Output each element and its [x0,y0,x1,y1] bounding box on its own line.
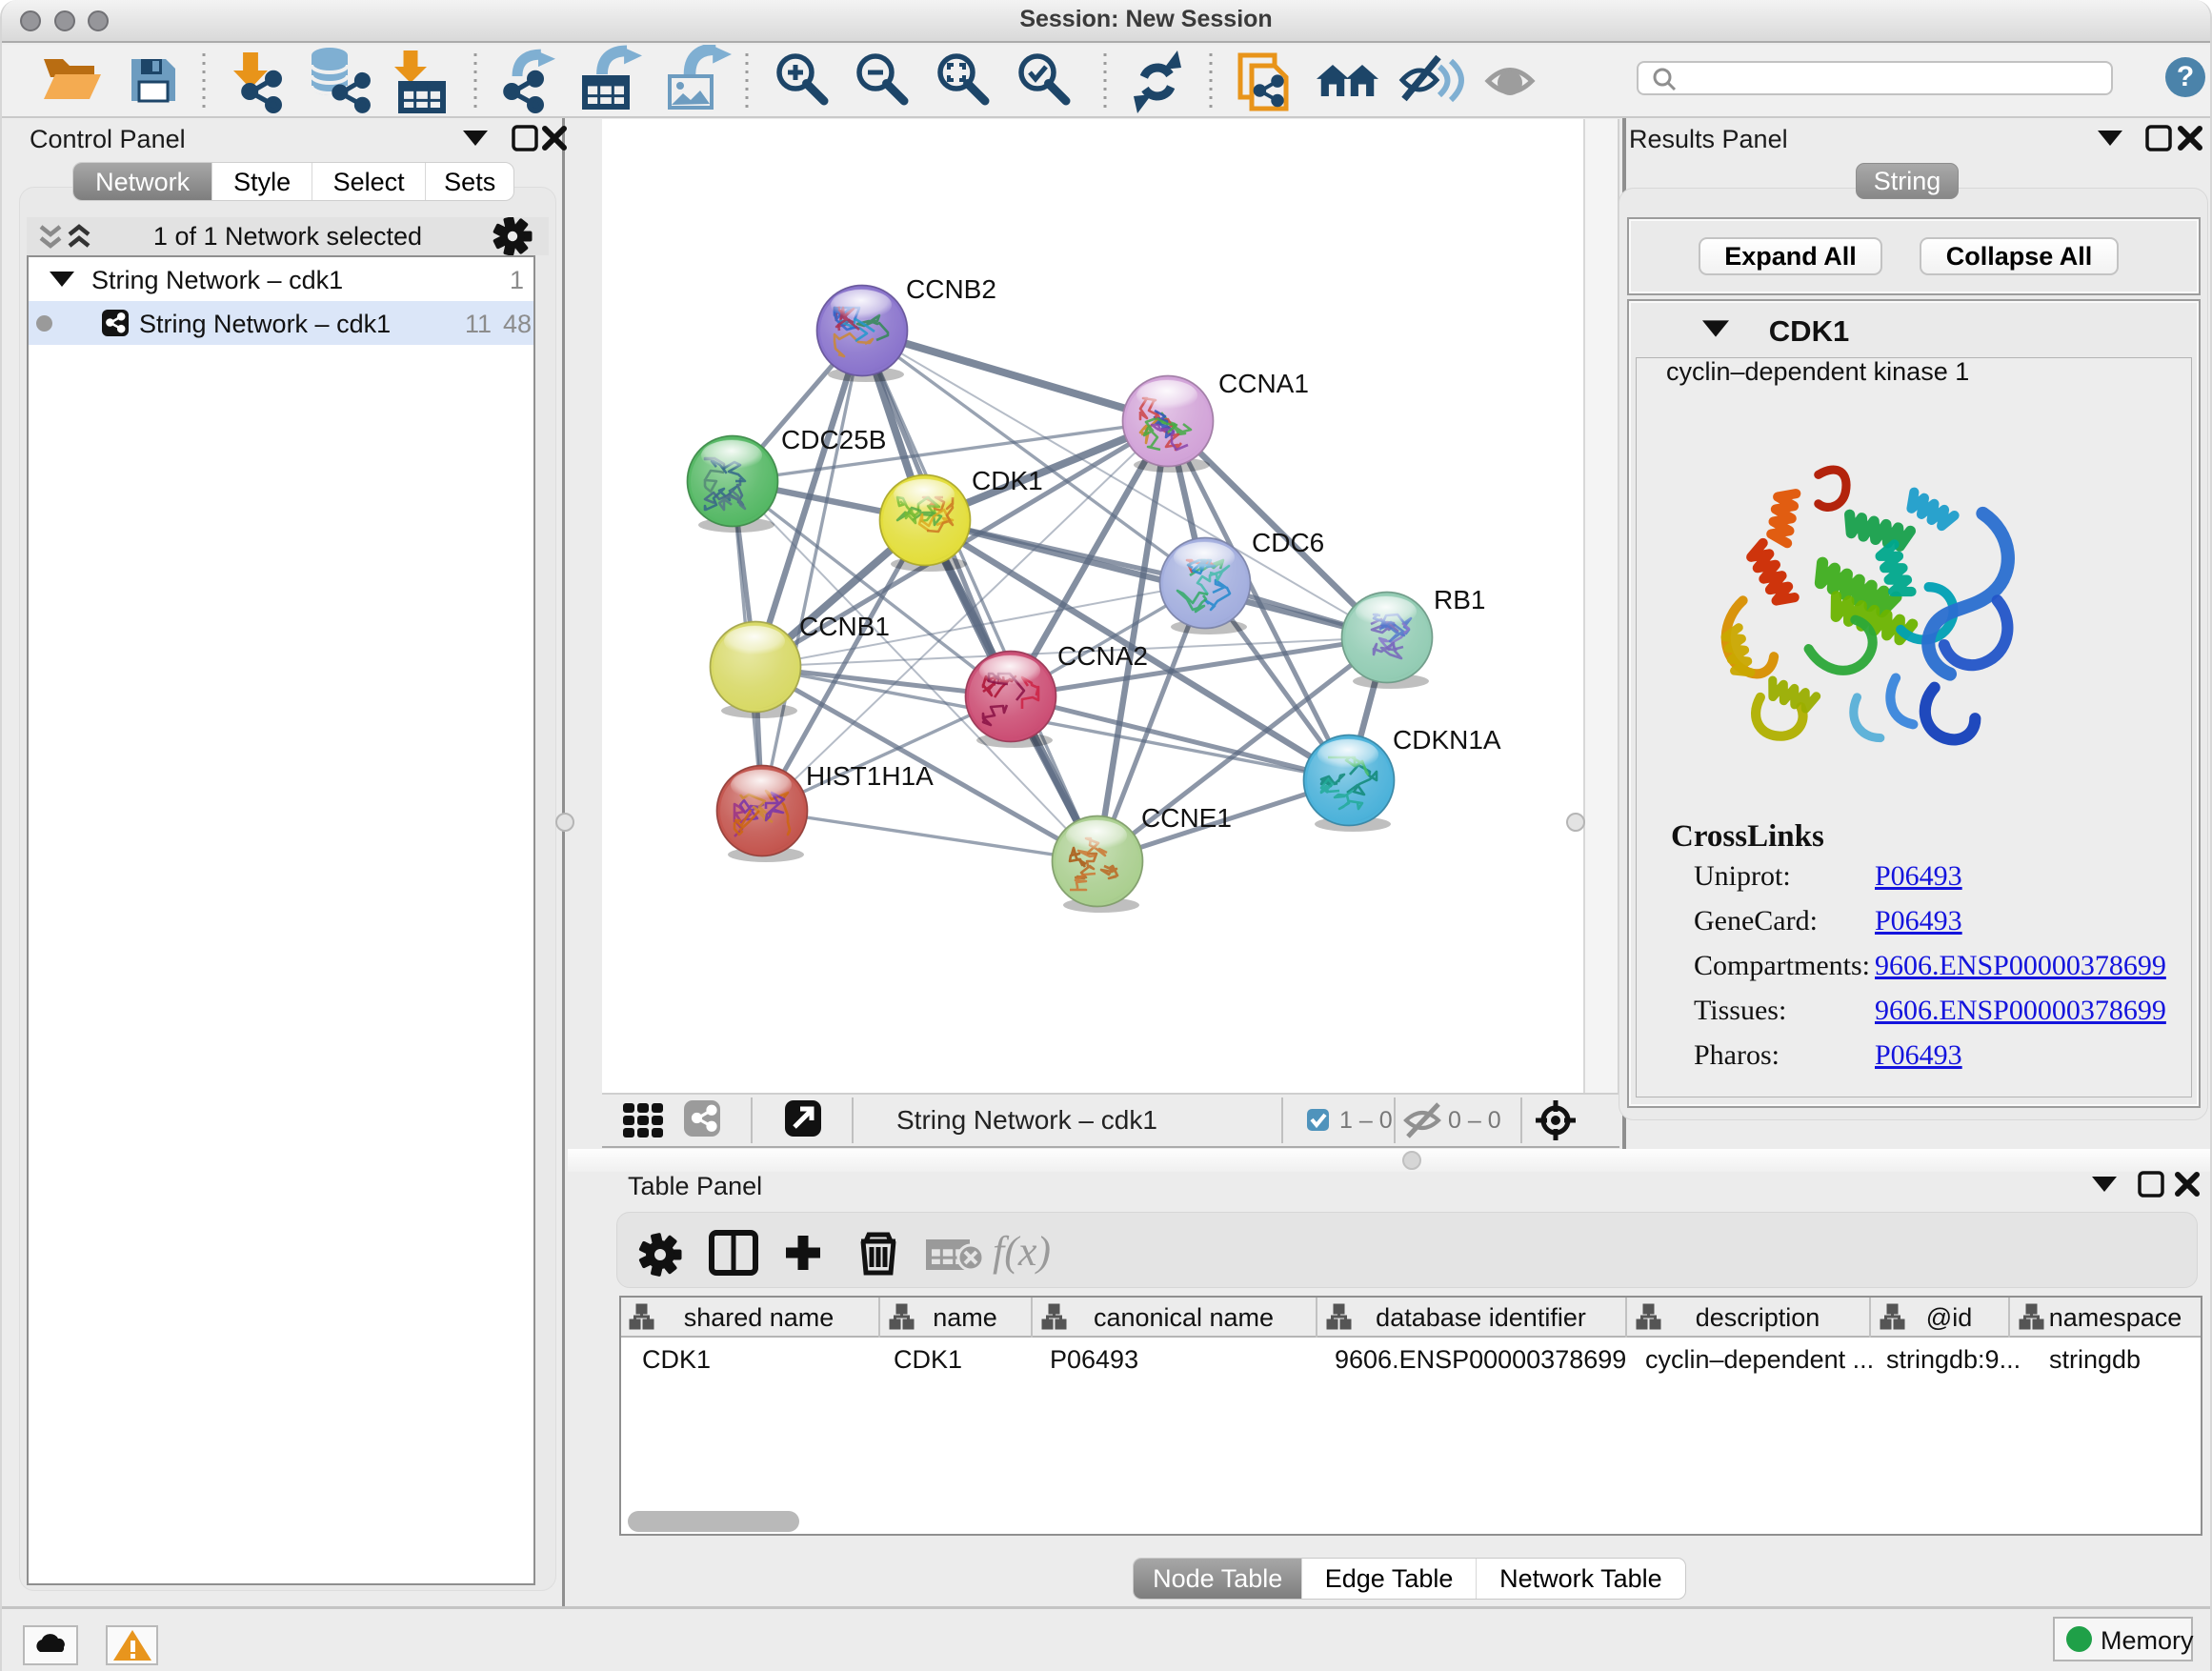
svg-text:shared name: shared name [684,1303,835,1332]
svg-text:database identifier: database identifier [1376,1303,1586,1332]
svg-text:name: name [933,1303,997,1332]
svg-text:canonical name: canonical name [1094,1303,1274,1332]
svg-text:CCNA1: CCNA1 [1218,369,1309,398]
svg-text:1 – 0: 1 – 0 [1339,1107,1393,1134]
svg-text:CDC25B: CDC25B [781,425,886,454]
svg-text:String Network – cdk1: String Network – cdk1 [896,1105,1157,1135]
svg-text:CDK1: CDK1 [972,466,1043,495]
svg-text:namespace: namespace [2049,1303,2182,1332]
svg-text:f(x): f(x) [993,1228,1051,1275]
svg-text:CCNE1: CCNE1 [1141,803,1232,833]
svg-text:CCNB2: CCNB2 [906,274,996,304]
svg-text:RB1: RB1 [1434,585,1485,614]
svg-text:description: description [1696,1303,1820,1332]
svg-text:CCNA2: CCNA2 [1057,641,1148,671]
svg-text:HIST1H1A: HIST1H1A [806,761,934,791]
svg-text:CDC6: CDC6 [1252,528,1324,557]
svg-text:0 – 0: 0 – 0 [1448,1107,1501,1134]
svg-text:@id: @id [1926,1303,1972,1332]
svg-text:CDKN1A: CDKN1A [1393,725,1501,755]
svg-text:CCNB1: CCNB1 [799,612,890,641]
